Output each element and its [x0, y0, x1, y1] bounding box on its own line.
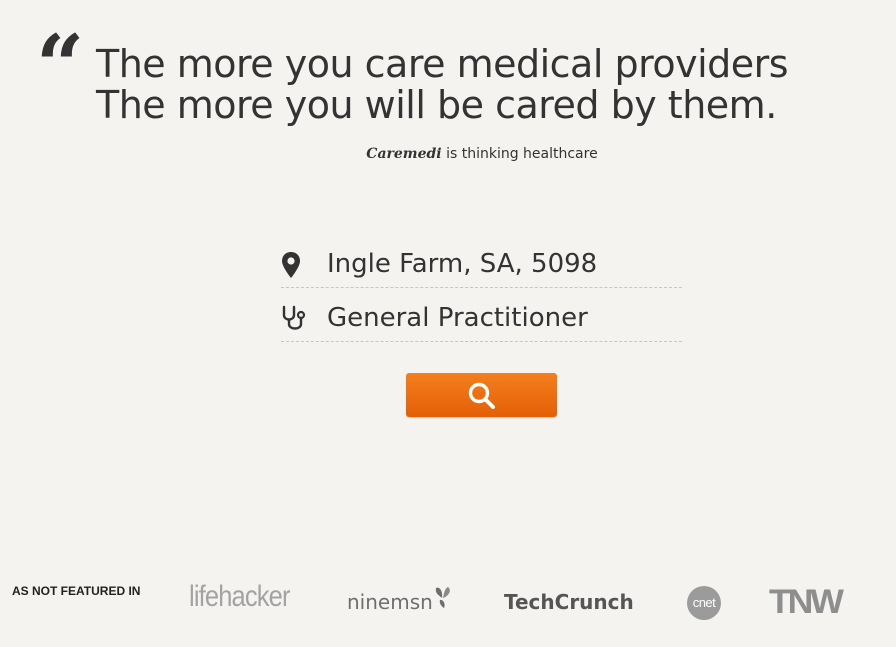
headline-line-2: The more you will be cared by them. — [96, 83, 777, 127]
hero-headline: The more you care medical providers The … — [96, 44, 876, 126]
featured-label: AS NOT FEATURED IN — [12, 584, 141, 598]
brand-name: Caremedi — [366, 146, 442, 162]
butterfly-icon — [430, 584, 454, 614]
headline-line-1: The more you care medical providers — [96, 42, 789, 86]
map-pin-icon — [281, 251, 303, 279]
location-input[interactable]: Ingle Farm, SA, 5098 — [327, 248, 597, 280]
search-icon — [468, 382, 495, 409]
logo-cnet: cnet — [687, 586, 721, 620]
search-button[interactable] — [406, 373, 557, 417]
location-field[interactable]: Ingle Farm, SA, 5098 — [281, 237, 682, 288]
logo-techcrunch: TechCrunch — [504, 590, 634, 614]
logo-ninemsn: ninemsn — [347, 590, 433, 614]
tagline-text: is thinking healthcare — [441, 146, 598, 162]
logo-tnw: TNW — [769, 583, 844, 621]
specialty-input[interactable]: General Practitioner — [327, 302, 588, 334]
specialty-field[interactable]: General Practitioner — [281, 291, 682, 342]
stethoscope-icon — [281, 305, 306, 333]
quote-mark: “ — [36, 16, 85, 115]
tagline: Caremedi is thinking healthcare — [0, 146, 896, 162]
logo-lifehacker: lifehacker — [189, 580, 290, 613]
